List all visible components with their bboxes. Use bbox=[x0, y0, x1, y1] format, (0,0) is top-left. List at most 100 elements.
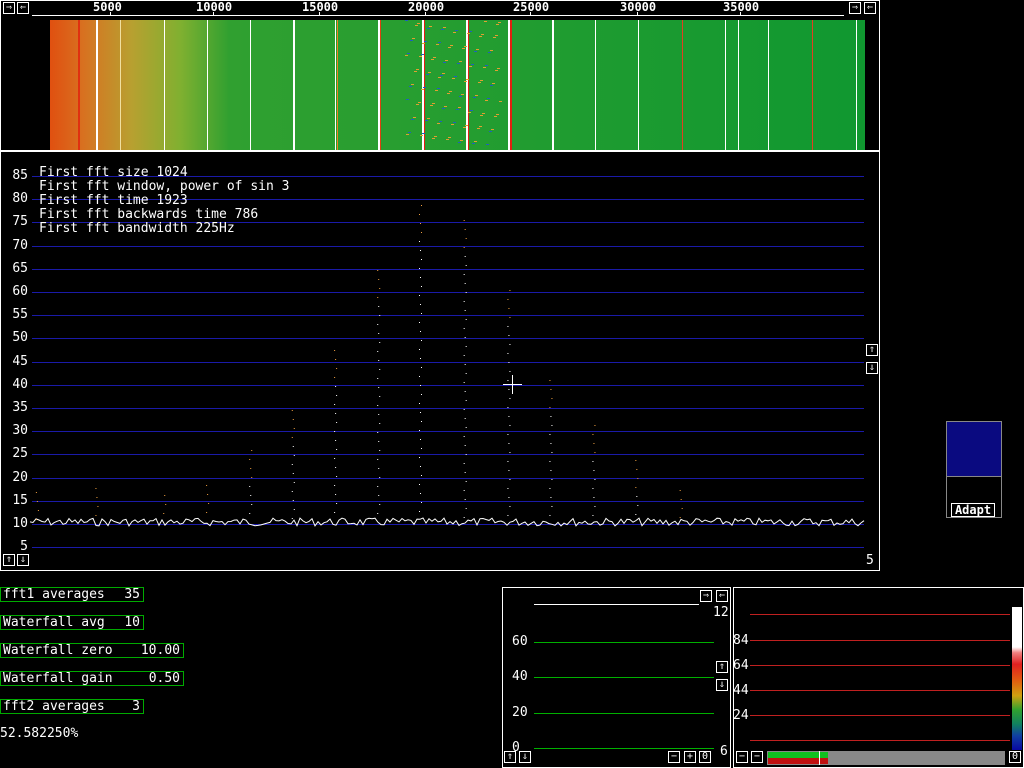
spectrum-bottom-up-button[interactable]: ⇑ bbox=[3, 554, 15, 566]
fft2-bottom-up-button[interactable]: ⇑ bbox=[504, 751, 516, 763]
spectrum-trace[interactable] bbox=[30, 160, 870, 560]
fft2-bottom-down-button[interactable]: ⇓ bbox=[519, 751, 531, 763]
waterfall-signal-line bbox=[337, 20, 338, 150]
spectrum-peak-dot bbox=[419, 268, 420, 269]
waterfall-noise bbox=[498, 22, 501, 23]
color-scale-bar bbox=[1012, 607, 1022, 750]
spectrum-peak-dot bbox=[250, 468, 252, 469]
spectrum-peak-dot bbox=[592, 515, 594, 516]
waterfall-scroll-right-button[interactable]: ⇒ bbox=[3, 2, 15, 14]
y-label-35: 35 bbox=[12, 400, 28, 415]
spectrum-peak-dot bbox=[592, 461, 594, 462]
spectrum-peak-dot bbox=[465, 508, 467, 509]
spectrum-peak-dot bbox=[636, 496, 638, 497]
crosshair-cursor-vertical bbox=[512, 375, 513, 394]
param-fft1-averages[interactable]: fft1 averages 35 bbox=[0, 587, 144, 602]
spectrum-peak-dot bbox=[377, 378, 379, 379]
waterfall-noise bbox=[407, 53, 410, 54]
spectrum-peak-dot bbox=[336, 368, 338, 369]
param-waterfall-avg[interactable]: Waterfall avg 10 bbox=[0, 615, 144, 630]
y-label-55: 55 bbox=[12, 307, 28, 322]
spectrum-peak-dot bbox=[680, 499, 682, 500]
spectrum-peak-dot bbox=[551, 506, 553, 507]
fft2-grid-line bbox=[534, 642, 714, 643]
waterfall-noise bbox=[423, 87, 426, 88]
y-label-5: 5 bbox=[20, 539, 28, 554]
spectrum-peak-dot bbox=[593, 497, 595, 498]
waterfall-noise bbox=[496, 24, 499, 25]
param-fft2-averages[interactable]: fft2 averages 3 bbox=[0, 699, 144, 714]
spectrum-peak-dot bbox=[421, 340, 422, 341]
param-waterfall-gain[interactable]: Waterfall gain 0.50 bbox=[0, 671, 184, 686]
level-minus-button[interactable]: − bbox=[736, 751, 748, 763]
waterfall-signal-line bbox=[856, 20, 857, 150]
spectrum-bottom-down-button[interactable]: ⇓ bbox=[17, 554, 29, 566]
fft2-scroll-right-button[interactable]: ⇒ bbox=[700, 590, 712, 602]
spectrum-scale-down-button[interactable]: ⇓ bbox=[866, 362, 878, 374]
fft2-grid-line bbox=[534, 748, 714, 749]
waterfall-signal-line bbox=[380, 20, 381, 150]
spectrum-peak-dot bbox=[508, 497, 510, 498]
waterfall-noise bbox=[489, 131, 492, 132]
spectrum-peak-dot bbox=[377, 513, 379, 514]
spectrum-peak-dot bbox=[507, 488, 509, 489]
fft2-scroll-left-button[interactable]: ⇐ bbox=[716, 590, 728, 602]
waterfall-noise bbox=[446, 139, 449, 140]
spectrum-peak-dot bbox=[636, 469, 638, 470]
waterfall-signal-line bbox=[682, 20, 683, 150]
waterfall-noise bbox=[430, 105, 433, 106]
waterfall-display[interactable] bbox=[50, 20, 865, 150]
adapt-button[interactable]: Adapt bbox=[951, 503, 995, 517]
waterfall-noise bbox=[462, 48, 465, 49]
y-label-15: 15 bbox=[12, 493, 28, 508]
spectrum-peak-dot bbox=[420, 412, 421, 413]
waterfall-noise bbox=[448, 137, 451, 138]
spectrum-peak-dot bbox=[335, 440, 337, 441]
spectrum-scale-up-button[interactable]: ⇑ bbox=[866, 344, 878, 356]
y-label-75: 75 bbox=[12, 214, 28, 229]
waterfall-scroll-left-button-2[interactable]: ⇐ bbox=[864, 2, 876, 14]
spectrum-peak-dot bbox=[681, 508, 683, 509]
waterfall-scroll-left-button[interactable]: ⇐ bbox=[17, 2, 29, 14]
spectrum-peak-dot bbox=[420, 466, 421, 467]
level-y-label-24: 24 bbox=[733, 708, 749, 723]
y-label-80: 80 bbox=[12, 191, 28, 206]
param-waterfall-zero[interactable]: Waterfall zero 10.00 bbox=[0, 643, 184, 658]
fft2-scale-up-button[interactable]: ⇑ bbox=[716, 661, 728, 673]
spectrum-peak-dot bbox=[378, 468, 380, 469]
spectrum-peak-dot bbox=[507, 515, 509, 516]
param-label: fft2 averages bbox=[3, 699, 105, 714]
spectrum-peak-dot bbox=[508, 362, 510, 363]
fft2-zero-box[interactable]: 0 bbox=[699, 751, 711, 763]
spectrum-peak-dot bbox=[465, 400, 467, 401]
waterfall-noise bbox=[424, 41, 427, 42]
spectrum-peak-dot bbox=[679, 490, 681, 491]
waterfall-noise bbox=[496, 114, 499, 115]
waterfall-noise bbox=[487, 98, 490, 99]
spectrum-peak-dot bbox=[336, 476, 338, 477]
waterfall-scroll-right-button-2[interactable]: ⇒ bbox=[849, 2, 861, 14]
fft2-scale-down-button[interactable]: ⇓ bbox=[716, 679, 728, 691]
spectrum-peak-dot bbox=[464, 445, 466, 446]
spectrum-peak-dot bbox=[420, 223, 421, 224]
spectrum-peak-dot bbox=[378, 495, 380, 496]
fft2-plus-button[interactable]: + bbox=[684, 751, 696, 763]
waterfall-noise bbox=[434, 136, 437, 137]
waterfall-signal-line bbox=[510, 20, 512, 150]
spectrum-peak-dot bbox=[463, 490, 465, 491]
spectrum-peak-dot bbox=[334, 458, 336, 459]
spectrum-peak-dot bbox=[465, 454, 467, 455]
level-zero-box[interactable]: 0 bbox=[1009, 751, 1021, 763]
spectrum-peak-dot bbox=[334, 350, 336, 351]
level-y-label-84: 84 bbox=[733, 633, 749, 648]
spectrum-peak-dot bbox=[336, 422, 338, 423]
spectrum-peak-dot bbox=[551, 452, 553, 453]
level-minus-button-2[interactable]: − bbox=[751, 751, 763, 763]
y-label-10: 10 bbox=[12, 516, 28, 531]
waterfall-noise bbox=[441, 29, 444, 30]
waterfall-noise bbox=[479, 36, 482, 37]
spectrum-peak-dot bbox=[334, 485, 336, 486]
spectrum-peak-dot bbox=[335, 467, 337, 468]
waterfall-noise bbox=[405, 55, 408, 56]
fft2-minus-button[interactable]: − bbox=[668, 751, 680, 763]
